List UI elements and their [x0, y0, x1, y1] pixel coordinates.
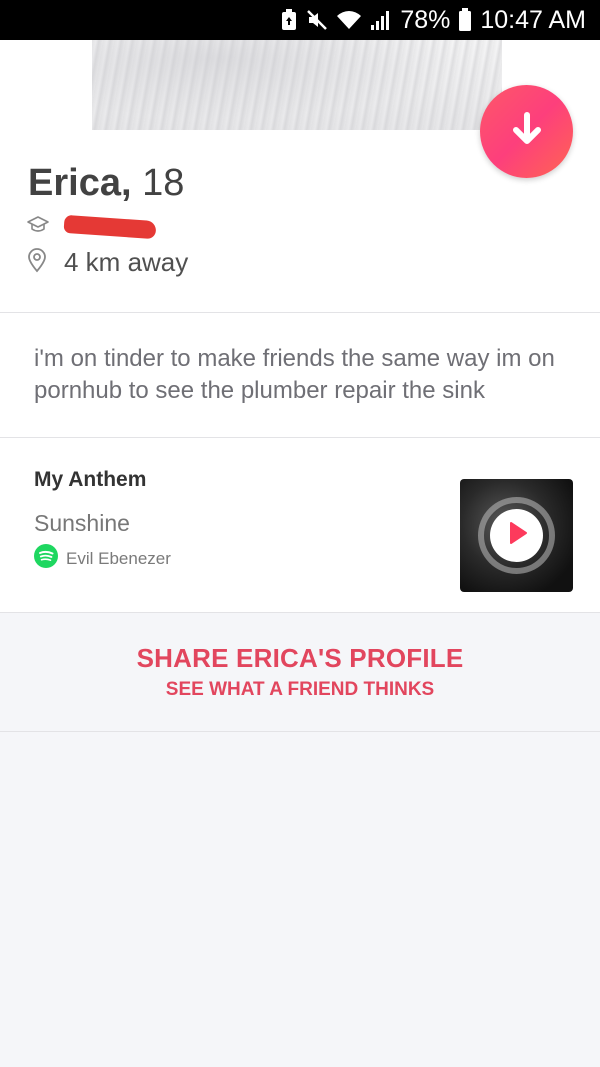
profile-name-age: Erica, 18: [28, 162, 184, 205]
collapse-profile-button[interactable]: [480, 85, 573, 178]
distance-row: 4 km away: [26, 247, 188, 278]
share-section[interactable]: SHARE ERICA'S PROFILE SEE WHAT A FRIEND …: [0, 613, 600, 731]
battery-percent: 78%: [400, 5, 451, 34]
song-title: Sunshine: [34, 510, 130, 536]
anthem-title: My Anthem: [34, 468, 147, 491]
status-time: 10:47 AM: [480, 5, 586, 34]
artist-row: Evil Ebenezer: [34, 544, 171, 573]
distance-text: 4 km away: [64, 247, 189, 277]
profile-name: Erica,: [28, 162, 132, 204]
profile-photo[interactable]: [92, 40, 502, 130]
bio-text: i'm on tinder to make friends the same w…: [34, 345, 555, 404]
mute-icon: [306, 9, 328, 31]
profile-card: Erica, 18 4 km away: [0, 40, 600, 312]
wifi-icon: [336, 9, 362, 31]
status-bar: 78% 10:47 AM: [0, 0, 600, 40]
location-pin-icon: [26, 247, 48, 278]
artist-name: Evil Ebenezer: [66, 548, 171, 568]
school-row: [26, 213, 157, 240]
arrow-down-icon: [512, 112, 542, 151]
redacted-school: [63, 214, 157, 239]
anthem-section: My Anthem Sunshine Evil Ebenezer: [0, 438, 600, 612]
signal-icon: [370, 9, 392, 31]
share-profile-button[interactable]: SHARE ERICA'S PROFILE: [0, 643, 600, 674]
play-icon: [506, 521, 528, 550]
spotify-icon: [34, 544, 58, 573]
battery-saver-icon: [280, 9, 298, 31]
album-cover[interactable]: [460, 479, 573, 592]
battery-icon: [458, 8, 472, 32]
share-subtitle: SEE WHAT A FRIEND THINKS: [165, 679, 435, 700]
empty-area: [0, 732, 600, 1067]
profile-age: 18: [142, 162, 185, 204]
bio-section: i'm on tinder to make friends the same w…: [0, 313, 600, 437]
graduation-cap-icon: [26, 213, 50, 240]
play-button[interactable]: [490, 509, 543, 562]
